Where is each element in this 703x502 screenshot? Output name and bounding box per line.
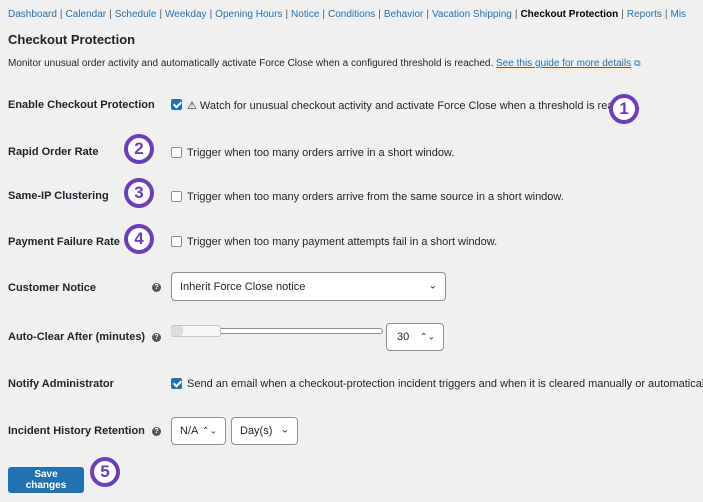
- nav-separator: |: [285, 9, 289, 20]
- same-ip-clustering-label: Same-IP Clustering: [8, 190, 109, 202]
- notify-admin-description: Send an email when a checkout-protection…: [187, 378, 703, 390]
- notify-admin-checkbox[interactable]: [171, 378, 182, 389]
- payment-failure-rate-description: Trigger when too many payment attempts f…: [187, 236, 498, 248]
- nav-separator: |: [378, 9, 381, 20]
- tab-conditions[interactable]: Conditions: [328, 9, 375, 20]
- guide-link[interactable]: See this guide for more details: [496, 58, 631, 69]
- nav-separator: |: [109, 9, 112, 20]
- annotation-marker-5: 5: [90, 457, 120, 487]
- auto-clear-slider-knob[interactable]: [171, 326, 183, 336]
- tab-calendar[interactable]: Calendar: [66, 9, 107, 20]
- nav-separator: |: [621, 9, 624, 20]
- description-text: Monitor unusual order activity and autom…: [8, 58, 494, 69]
- stepper-icon[interactable]: ⌃⌄: [420, 332, 435, 343]
- tab-behavior[interactable]: Behavior: [384, 9, 423, 20]
- tab-weekday[interactable]: Weekday: [165, 9, 207, 20]
- rapid-order-rate-label: Rapid Order Rate: [8, 146, 99, 158]
- customer-notice-select[interactable]: Inherit Force Close notice ⌄: [171, 272, 446, 301]
- nav-separator: |: [426, 9, 429, 20]
- annotation-marker-2: 2: [124, 134, 154, 164]
- auto-clear-label: Auto-Clear After (minutes): [8, 331, 146, 343]
- rapid-order-rate-description: Trigger when too many orders arrive in a…: [187, 147, 455, 159]
- history-retention-unit-select[interactable]: Day(s) ⌄: [231, 417, 298, 445]
- history-retention-unit-value: Day(s): [240, 425, 273, 437]
- annotation-marker-3: 3: [124, 178, 154, 208]
- payment-failure-rate-checkbox[interactable]: [171, 236, 182, 247]
- save-changes-button[interactable]: Save changes: [8, 467, 84, 493]
- nav-separator: |: [322, 9, 326, 20]
- rapid-order-rate-checkbox[interactable]: [171, 147, 182, 158]
- customer-notice-label: Customer Notice: [8, 282, 97, 294]
- page-description: Monitor unusual order activity and autom…: [8, 58, 641, 69]
- enable-protection-description: ⚠ Watch for unusual checkout activity an…: [187, 100, 641, 112]
- same-ip-clustering-description: Trigger when too many orders arrive from…: [187, 191, 564, 203]
- stepper-icon[interactable]: ⌃⌄: [202, 426, 217, 437]
- nav-separator: |: [209, 9, 213, 20]
- notify-admin-label: Notify Administrator: [8, 378, 114, 390]
- customer-notice-value: Inherit Force Close notice: [180, 280, 306, 293]
- payment-failure-rate-label: Payment Failure Rate: [8, 236, 120, 248]
- annotation-marker-1: 1: [609, 94, 639, 124]
- annotation-marker-4: 4: [124, 224, 154, 254]
- nav-separator: |: [159, 9, 163, 20]
- tab-reports[interactable]: Reports: [627, 9, 662, 20]
- auto-clear-minutes-input[interactable]: 30 ⌃⌄: [386, 323, 444, 351]
- tab-checkout-protection[interactable]: Checkout Protection: [520, 9, 618, 20]
- tab-dashboard[interactable]: Dashboard: [8, 9, 57, 20]
- tab-notice[interactable]: Notice: [291, 9, 319, 20]
- help-icon[interactable]: ?: [152, 283, 161, 292]
- chevron-down-icon: ⌄: [280, 424, 289, 436]
- same-ip-clustering-checkbox[interactable]: [171, 191, 182, 202]
- help-icon[interactable]: ?: [152, 427, 161, 436]
- tab-opening-hours[interactable]: Opening Hours: [215, 9, 282, 20]
- enable-protection-label: Enable Checkout Protection: [8, 99, 155, 111]
- page-title: Checkout Protection: [8, 32, 136, 47]
- chevron-down-icon: ⌄: [428, 279, 437, 291]
- history-retention-label: Incident History Retention: [8, 425, 145, 437]
- history-retention-amount-value: N/A: [180, 425, 199, 437]
- history-retention-amount-input[interactable]: N/A ⌃⌄: [171, 417, 226, 445]
- tab-schedule[interactable]: Schedule: [115, 9, 157, 20]
- external-link-icon: ⧉: [634, 58, 641, 68]
- help-icon[interactable]: ?: [152, 333, 161, 342]
- tab-misc[interactable]: Mis: [670, 9, 686, 20]
- enable-protection-checkbox[interactable]: [171, 99, 182, 110]
- settings-tab-nav: Dashboard | Calendar | Schedule | Weekday | Open…: [8, 9, 686, 20]
- auto-clear-minutes-value: 30: [397, 331, 410, 343]
- nav-separator: |: [59, 9, 63, 20]
- tab-vacation-shipping[interactable]: Vacation Shipping: [432, 9, 512, 20]
